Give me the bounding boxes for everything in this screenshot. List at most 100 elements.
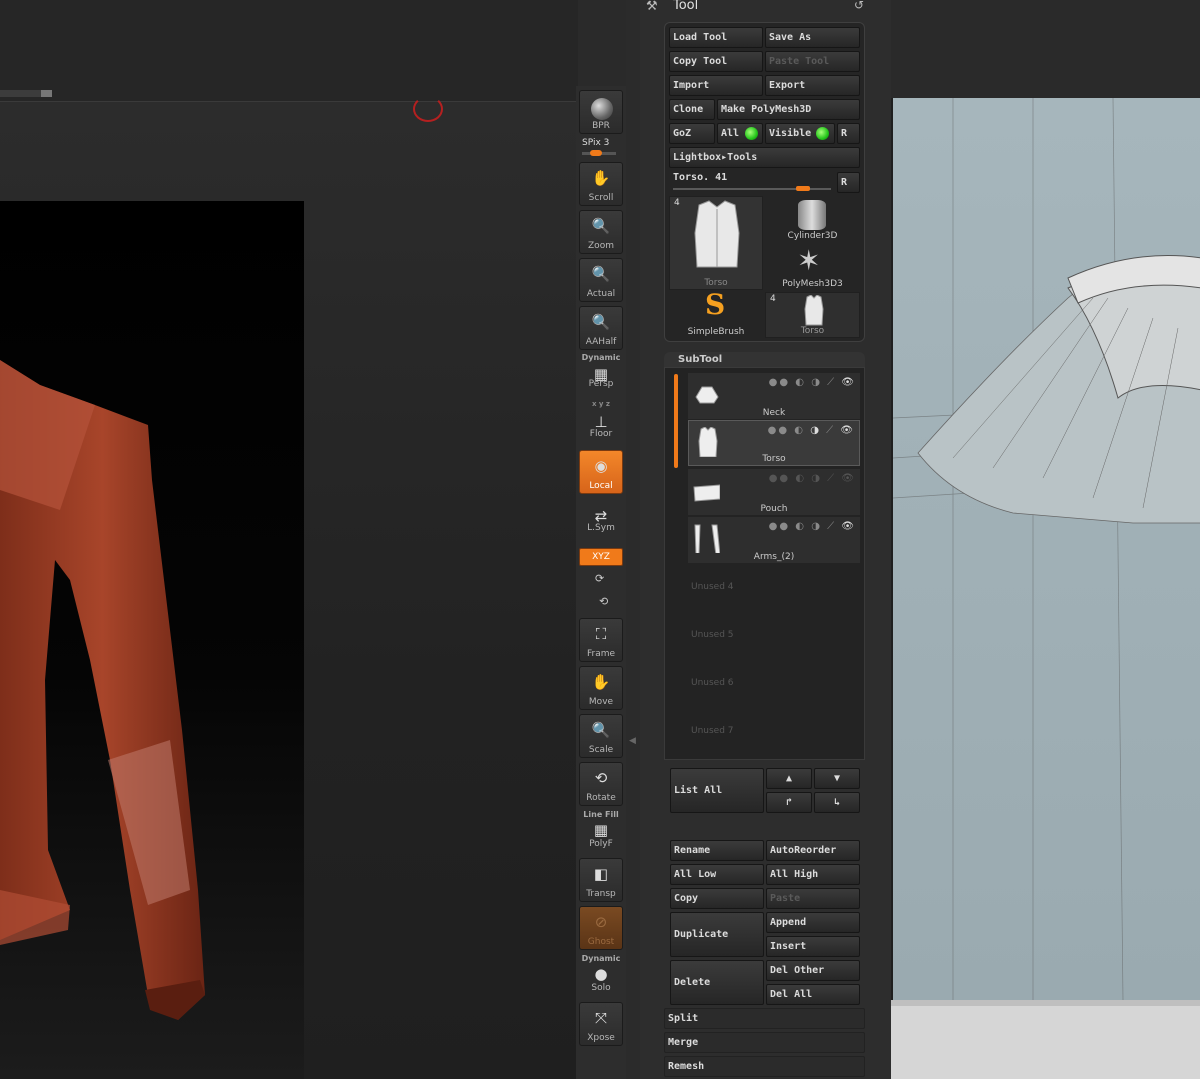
copy-tool-button[interactable]: Copy Tool xyxy=(669,51,763,72)
magnifier-icon: 🔍 xyxy=(591,217,611,235)
unused-slot[interactable]: Unused 6 xyxy=(691,678,734,688)
unused-slot[interactable]: Unused 7 xyxy=(691,726,734,736)
paste-button[interactable]: Paste xyxy=(766,888,860,909)
unused-slot[interactable]: Unused 5 xyxy=(691,630,734,640)
subtool-item-pouch[interactable]: ●● ◐ ◑ ⟋ 👁 Pouch xyxy=(688,469,860,515)
save-as-button[interactable]: Save As xyxy=(765,27,860,48)
goz-all-button[interactable]: All xyxy=(717,123,763,144)
subtool-toggles[interactable]: ●● ◐ ◑ ⟋ 👁 xyxy=(769,521,856,532)
eye-icon[interactable]: 👁 xyxy=(841,377,856,388)
scale-button[interactable]: 🔍 Scale xyxy=(579,714,623,758)
tool-palette-header[interactable]: ⚒ Tool ↺ xyxy=(644,0,884,16)
delete-button[interactable]: Delete xyxy=(670,960,764,1005)
tool-thumb-torso[interactable]: 4 Torso xyxy=(765,292,860,338)
collapse-arrow-icon[interactable]: ◀ xyxy=(629,736,636,746)
rename-button[interactable]: Rename xyxy=(670,840,764,861)
all-status-indicator-icon xyxy=(745,127,758,140)
split-section[interactable]: Split xyxy=(664,1008,865,1029)
transp-button[interactable]: ◧ Transp xyxy=(579,858,623,902)
subtool-toggles[interactable]: ●● ◐ ◑ ⟋ 👁 xyxy=(769,473,856,484)
copy-button[interactable]: Copy xyxy=(670,888,764,909)
del-other-button[interactable]: Del Other xyxy=(766,960,860,981)
floor-button[interactable]: ⊥ Floor xyxy=(579,408,623,442)
y-rotate-icon[interactable]: ⟳ xyxy=(595,572,604,585)
spix-slider[interactable] xyxy=(582,150,616,156)
arms-mesh-icon xyxy=(694,524,720,553)
neck-mesh-icon xyxy=(695,386,719,404)
spix-slider-knob[interactable] xyxy=(589,150,602,156)
duplicate-button[interactable]: Duplicate xyxy=(670,912,764,957)
subtool-toggles[interactable]: ●● ◐ ◑ ⟋ 👁 xyxy=(768,425,855,436)
rotate-button[interactable]: ⟲ Rotate xyxy=(579,762,623,806)
tool-thumb-torso-active[interactable]: 4 Torso xyxy=(669,196,763,290)
move-button[interactable]: ✋ Move xyxy=(579,666,623,710)
clone-button[interactable]: Clone xyxy=(669,99,715,120)
make-polymesh3d-button[interactable]: Make PolyMesh3D xyxy=(717,99,860,120)
secondary-viewport[interactable] xyxy=(891,0,1200,1079)
insert-button[interactable]: Insert xyxy=(766,936,860,957)
persp-button[interactable]: ▦ Persp xyxy=(579,362,623,392)
autoreorder-button[interactable]: AutoReorder xyxy=(766,840,860,861)
scroll-button[interactable]: ✋ Scroll xyxy=(579,162,623,206)
zoom-button[interactable]: 🔍 Zoom xyxy=(579,210,623,254)
polyf-button[interactable]: ▦ PolyF xyxy=(579,818,623,852)
actual-button[interactable]: 🔍 Actual xyxy=(579,258,623,302)
panel-divider[interactable]: ◀ xyxy=(626,0,640,1079)
bpr-button[interactable]: BPR xyxy=(579,90,623,134)
merge-section[interactable]: Merge xyxy=(664,1032,865,1053)
export-button[interactable]: Export xyxy=(765,75,860,96)
solo-button[interactable]: ● Solo xyxy=(579,962,623,996)
list-all-button[interactable]: List All xyxy=(670,768,764,813)
collar-mesh-view[interactable] xyxy=(891,97,1200,1001)
xpose-button[interactable]: ⤧ Xpose xyxy=(579,1002,623,1046)
append-button[interactable]: Append xyxy=(766,912,860,933)
move-down-right-button[interactable]: ↳ xyxy=(814,792,860,813)
import-button[interactable]: Import xyxy=(669,75,763,96)
paste-tool-button[interactable]: Paste Tool xyxy=(765,51,860,72)
move-up-right-button[interactable]: ↱ xyxy=(766,792,812,813)
eye-icon[interactable]: 👁 xyxy=(840,425,855,436)
subtool-header[interactable]: SubTool xyxy=(664,352,865,367)
goz-button[interactable]: GoZ xyxy=(669,123,715,144)
move-down-button[interactable]: ▼ xyxy=(814,768,860,789)
ghost-button[interactable]: ⊘ Ghost xyxy=(579,906,623,950)
goz-r-button[interactable]: R xyxy=(837,123,860,144)
local-button[interactable]: ◉ Local xyxy=(579,450,623,494)
all-low-button[interactable]: All Low xyxy=(670,864,764,885)
del-all-button[interactable]: Del All xyxy=(766,984,860,1005)
move-up-button[interactable]: ▲ xyxy=(766,768,812,789)
reset-icon[interactable]: ↺ xyxy=(854,0,864,12)
solo-label: Solo xyxy=(591,983,611,993)
tool-thumb-simplebrush[interactable]: S SimpleBrush xyxy=(669,288,763,338)
load-tool-button[interactable]: Load Tool xyxy=(669,27,763,48)
tool-thumb-polymesh3d3[interactable]: ✶ PolyMesh3D3 xyxy=(765,244,860,290)
aahalf-button[interactable]: 🔍 AAHalf xyxy=(579,306,623,350)
unused-slot[interactable]: Unused 4 xyxy=(691,582,734,592)
lightbox-tools-button[interactable]: Lightbox▸Tools xyxy=(669,147,860,168)
solo-toggle-icon[interactable]: ◑ xyxy=(810,425,821,436)
lsym-button[interactable]: ⇄ L.Sym xyxy=(579,500,623,536)
subtool-item-arms[interactable]: ●● ◐ ◑ ⟋ 👁 Arms_(2) xyxy=(688,517,860,563)
subtool-toggles[interactable]: ●● ◐ ◑ ⟋ 👁 xyxy=(769,377,856,388)
subtool-item-torso[interactable]: ●● ◐ ◑ ⟋ 👁 Torso xyxy=(688,420,860,466)
tool-thumb-cylinder3d[interactable]: Cylinder3D xyxy=(765,196,860,242)
z-rotate-icon[interactable]: ⟲ xyxy=(599,595,608,608)
goz-visible-button[interactable]: Visible xyxy=(765,123,835,144)
eye-icon[interactable]: 👁 xyxy=(841,521,856,532)
tool-slider-r-button[interactable]: R xyxy=(837,172,860,193)
scroll-strip[interactable] xyxy=(0,90,52,97)
current-tool-slider-knob[interactable] xyxy=(795,186,810,191)
all-high-button[interactable]: All High xyxy=(766,864,860,885)
floor-axis-tag[interactable]: x y z xyxy=(576,400,626,408)
dynamic-tag[interactable]: Dynamic xyxy=(576,353,626,362)
subtool-scrollbar[interactable] xyxy=(674,374,678,468)
character-model-torso[interactable] xyxy=(0,330,305,1030)
floor-label: Floor xyxy=(589,429,613,439)
scale-label: Scale xyxy=(588,745,614,755)
scroll-nub[interactable] xyxy=(41,90,52,97)
subtool-item-neck[interactable]: ●● ◐ ◑ ⟋ 👁 Neck xyxy=(688,373,860,419)
remesh-section[interactable]: Remesh xyxy=(664,1056,865,1077)
xyz-rotate-button[interactable]: XYZ xyxy=(579,548,623,566)
frame-button[interactable]: ⛶ Frame xyxy=(579,618,623,662)
move-label: Move xyxy=(588,697,614,707)
